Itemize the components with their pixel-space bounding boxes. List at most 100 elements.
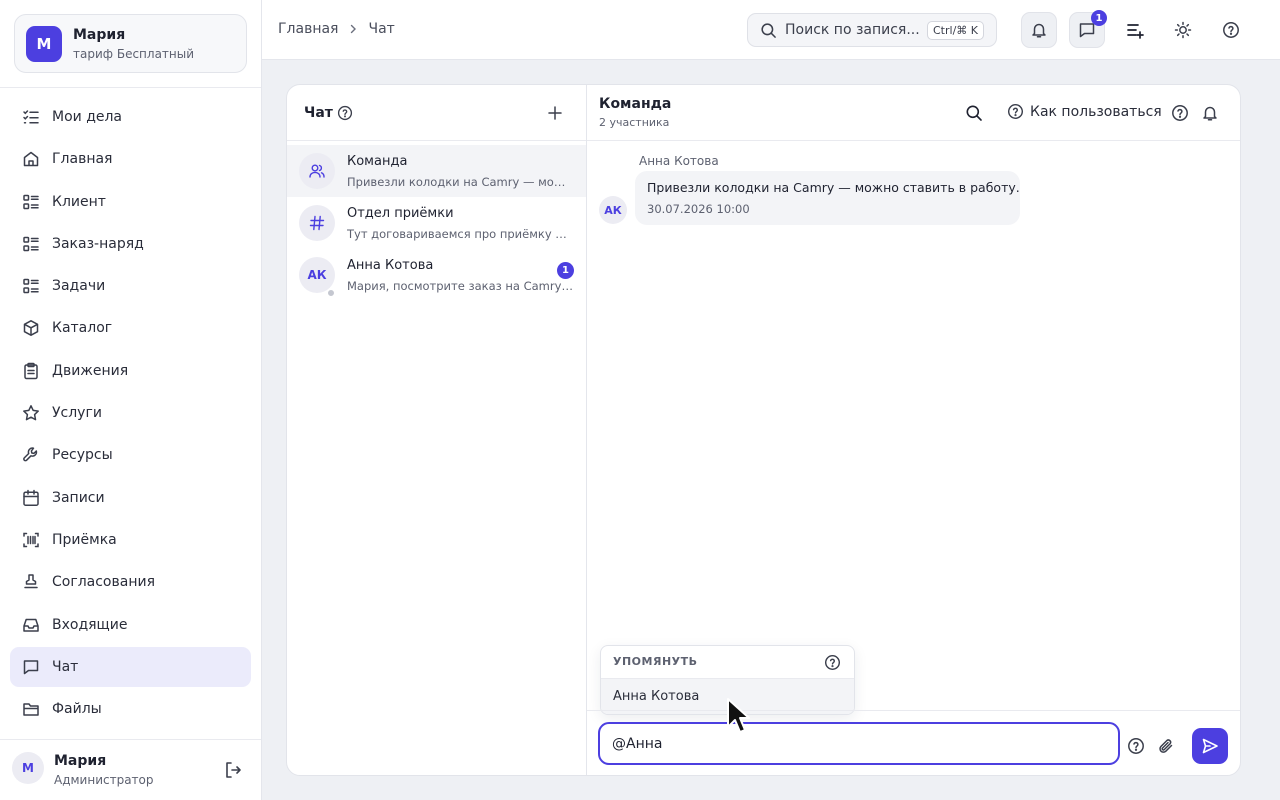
- conversation-avatar: [299, 153, 335, 189]
- message-avatar: АК: [599, 196, 627, 224]
- bell-icon: [1032, 23, 1046, 38]
- conversation-list-title: Чат: [304, 105, 333, 121]
- sun-icon: [1174, 21, 1192, 39]
- add-list-button[interactable]: [1117, 12, 1153, 48]
- sidebar-item-label: Задачи: [52, 278, 106, 295]
- users-icon: [309, 164, 325, 178]
- sidebar-item-label: Файлы: [52, 701, 102, 718]
- sidebar-item-home[interactable]: Главная: [10, 139, 251, 179]
- search-placeholder: Поиск по запися...: [785, 22, 920, 38]
- sidebar: М Мария тариф Бесплатный Мои дела Главна…: [0, 0, 262, 800]
- list-add-icon: [1127, 24, 1144, 39]
- send-icon: [1202, 738, 1218, 754]
- conversation-title: Команда: [347, 154, 408, 169]
- folder-icon: [23, 703, 39, 716]
- help-button[interactable]: [1213, 12, 1249, 48]
- sidebar-item-chat[interactable]: Чат: [10, 646, 251, 687]
- sidebar-item-label: Записи: [52, 489, 105, 506]
- conversation-preview: Привезли колодки на Camry — можно ставит…: [347, 175, 575, 189]
- search-icon: [761, 22, 776, 38]
- conversation-item-team[interactable]: Команда Привезли колодки на Camry — можн…: [287, 145, 586, 197]
- conversation-list-header: Чат: [287, 85, 586, 141]
- sidebar-item-services[interactable]: Услуги: [10, 393, 251, 433]
- theme-toggle-button[interactable]: [1165, 12, 1201, 48]
- breadcrumb-current: Чат: [368, 21, 395, 37]
- sidebar-item-label: Движения: [52, 362, 129, 379]
- logout-icon[interactable]: [223, 760, 243, 780]
- user-avatar[interactable]: М: [12, 752, 44, 784]
- plus-icon[interactable]: [546, 104, 564, 122]
- sidebar-item-label: Заказ-наряд: [52, 235, 144, 252]
- help-icon[interactable]: [337, 105, 353, 121]
- hash-icon: [309, 215, 325, 231]
- conversation-title: Анна Котова: [347, 258, 434, 273]
- help-icon[interactable]: [1127, 737, 1145, 755]
- sidebar-item-label: Ресурсы: [52, 447, 113, 464]
- user-name: Мария: [54, 753, 107, 769]
- message-time: 30.07.2026 10:00: [647, 202, 750, 216]
- account-plan: тариф Бесплатный: [73, 47, 195, 61]
- star-icon: [23, 405, 39, 421]
- sidebar-item-client[interactable]: Клиент: [10, 182, 251, 222]
- box-icon: [23, 320, 39, 337]
- chat-area: Команда 2 участника Как пользоваться Анн…: [587, 85, 1240, 775]
- message-author: Анна Котова: [639, 154, 719, 168]
- sidebar-item-label: Мои дела: [52, 109, 123, 125]
- mention-header: УПОМЯНУТЬ: [601, 646, 854, 679]
- sidebar-item-records[interactable]: Записи: [10, 478, 251, 518]
- search-icon[interactable]: [965, 104, 983, 122]
- divider: [587, 710, 1240, 711]
- sidebar-item-catalog[interactable]: Каталог: [10, 308, 251, 348]
- sidebar-item-resources[interactable]: Ресурсы: [10, 435, 251, 475]
- breadcrumb-home[interactable]: Главная: [278, 21, 338, 37]
- sidebar-item-label: Услуги: [52, 405, 102, 422]
- account-avatar: М: [26, 26, 62, 62]
- sidebar-item-intake[interactable]: Приёмка: [10, 520, 251, 560]
- notifications-button[interactable]: [1021, 12, 1057, 48]
- sidebar-item-work-order[interactable]: Заказ-наряд: [10, 224, 251, 264]
- sidebar-item-my-tasks[interactable]: Мои дела: [10, 97, 251, 137]
- sidebar-item-label: Приёмка: [52, 531, 117, 548]
- barcode-icon: [23, 532, 39, 548]
- list-icon: [23, 236, 39, 252]
- conversation-item-intake-dept[interactable]: Отдел приёмки Тут договариваемся про при…: [287, 197, 586, 249]
- list-icon: [23, 194, 39, 209]
- list-check-icon: [23, 110, 39, 124]
- user-role: Администратор: [54, 773, 154, 787]
- how-to-use-button[interactable]: Как пользоваться: [1007, 103, 1162, 120]
- messages-badge: 1: [1091, 10, 1107, 26]
- conversation-avatar: АК: [299, 257, 335, 293]
- how-to-use-label: Как пользоваться: [1030, 103, 1162, 120]
- conversation-item-anna[interactable]: АК Анна Котова Мария, посмотрите заказ н…: [287, 249, 586, 301]
- chat-icon: [23, 660, 39, 675]
- sidebar-item-tasks[interactable]: Задачи: [10, 266, 251, 306]
- conversation-avatar: [299, 205, 335, 241]
- mention-option-label: Анна Котова: [613, 689, 700, 704]
- message-input[interactable]: [598, 722, 1120, 765]
- sidebar-item-label: Каталог: [52, 320, 113, 337]
- mention-title: УПОМЯНУТЬ: [613, 655, 698, 668]
- conversation-preview: Тут договариваемся про приёмку машин.: [347, 227, 575, 241]
- paperclip-icon[interactable]: [1157, 737, 1175, 755]
- sidebar-item-label: Главная: [52, 151, 113, 168]
- conversation-preview: Мария, посмотрите заказ на Camry, пожалу…: [347, 279, 575, 293]
- sidebar-item-inbox[interactable]: Входящие: [10, 605, 251, 645]
- sidebar-item-movements[interactable]: Движения: [10, 351, 251, 391]
- search-input[interactable]: Поиск по запися... Ctrl/⌘ K: [747, 13, 997, 47]
- search-shortcut: Ctrl/⌘ K: [927, 21, 984, 40]
- breadcrumb: Главная Чат: [278, 21, 395, 37]
- send-button[interactable]: [1192, 728, 1228, 764]
- sidebar-item-label: Входящие: [52, 616, 128, 633]
- topbar: Главная Чат Поиск по запися... Ctrl/⌘ K …: [262, 0, 1280, 60]
- chat-header: Команда 2 участника Как пользоваться: [587, 85, 1240, 141]
- chat-title: Команда: [599, 96, 672, 112]
- sidebar-item-approvals[interactable]: Согласования: [10, 562, 251, 602]
- help-icon[interactable]: [824, 654, 841, 671]
- sidebar-item-files[interactable]: Файлы: [10, 689, 251, 729]
- messages-button[interactable]: 1: [1069, 10, 1107, 48]
- account-switcher[interactable]: М Мария тариф Бесплатный: [14, 14, 247, 73]
- wrench-icon: [23, 447, 38, 462]
- help-icon[interactable]: [1171, 104, 1189, 122]
- bell-icon[interactable]: [1201, 104, 1219, 122]
- calendar-icon: [23, 489, 39, 506]
